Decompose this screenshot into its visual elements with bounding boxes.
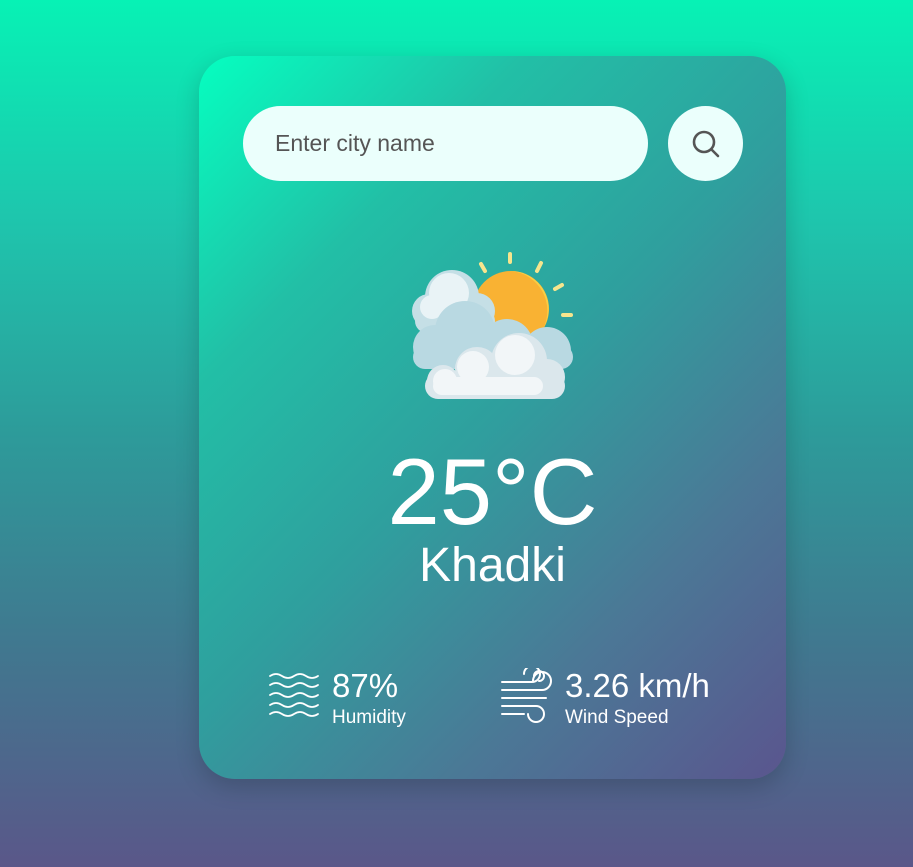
search-button[interactable] (668, 106, 743, 181)
humidity-label: Humidity (332, 707, 406, 728)
sun-behind-clouds-icon (412, 252, 573, 399)
humidity-text: 87% Humidity (332, 666, 406, 730)
weather-card: 25°C Khadki 87% Humidity (199, 56, 786, 779)
wind-detail: 3.26 km/h Wind Speed (499, 666, 710, 736)
city-name: Khadki (419, 539, 566, 592)
wind-label: Wind Speed (565, 707, 669, 728)
search-input[interactable] (243, 106, 648, 181)
humidity-value: 87% (332, 667, 399, 704)
temperature: 25°C (387, 439, 598, 544)
search-icon (692, 130, 719, 157)
wind-icon (501, 668, 552, 723)
search-bar (243, 106, 743, 181)
humidity-detail: 87% Humidity (266, 666, 406, 736)
wind-value: 3.26 km/h (565, 667, 710, 704)
wind-text: 3.26 km/h Wind Speed (565, 666, 710, 730)
humidity-waves-icon (269, 673, 319, 717)
